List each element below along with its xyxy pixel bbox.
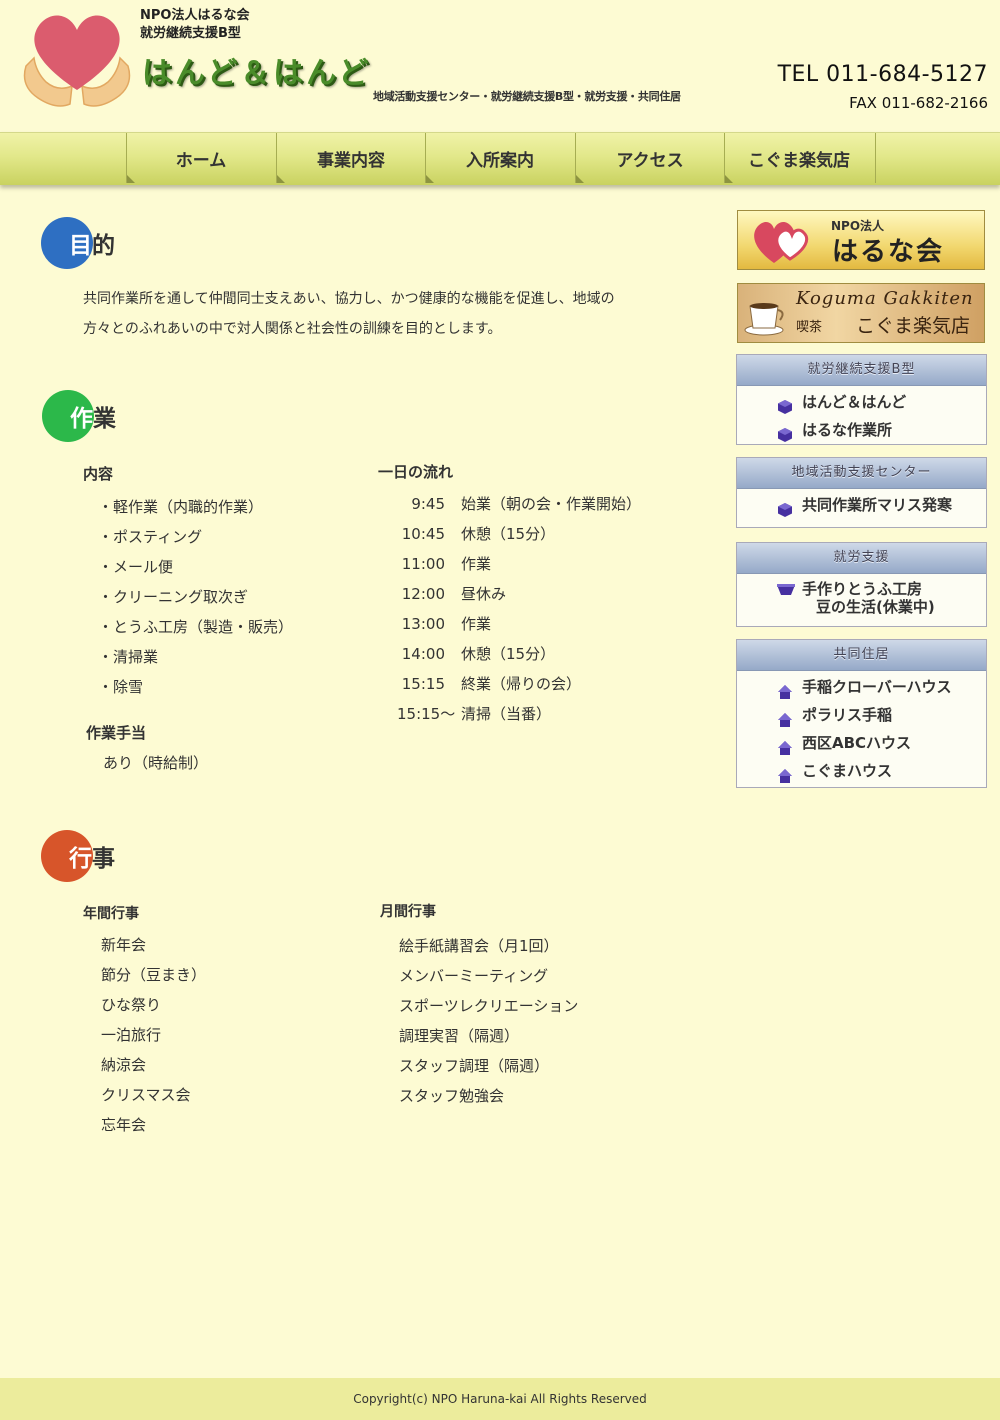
list-item: 節分（豆まき） <box>101 966 207 984</box>
house-icon <box>777 737 792 755</box>
main-nav: ホーム 事業内容 入所案内 アクセス こぐま楽気店 <box>0 132 1000 185</box>
nav-services[interactable]: 事業内容 <box>276 133 425 183</box>
list-item: ・軽作業（内職的作業） <box>98 498 264 516</box>
list-item: ・清掃業 <box>98 648 159 666</box>
schedule-row: 10:45 休憩（15分） <box>401 525 556 543</box>
purple-cube-icon <box>777 424 792 442</box>
schedule-row: 9:45 始業（朝の会・作業開始） <box>411 495 642 513</box>
sidebar-link-hand-and-hand[interactable]: はんど＆はんど <box>737 388 986 416</box>
banner-koguma-small: 喫茶 <box>796 320 823 335</box>
box-heading: 地域活動支援センター <box>737 458 986 489</box>
list-item: 調理実習（隔週） <box>399 1027 520 1045</box>
work-content-list: ・軽作業（内職的作業） ・ポスティング ・メール便 ・クリーニング取次ぎ ・とう… <box>98 492 293 702</box>
sidebar-link-maris-hassamu[interactable]: 共同作業所マリス発寒 <box>737 491 986 519</box>
banner-koguma-large: こぐま楽気店 <box>856 315 971 337</box>
list-item: スタッフ調理（隔週） <box>399 1057 550 1075</box>
list-item: 絵手紙講習会（月1回） <box>399 937 559 955</box>
list-item: 新年会 <box>101 936 147 954</box>
annual-events-heading: 年間行事 <box>83 906 139 922</box>
work-title: 作業 <box>70 406 116 432</box>
org-name: NPO法人はるな会 <box>140 8 250 23</box>
copyright-text: Copyright(c) NPO Haruna-kai All Rights R… <box>353 1392 647 1406</box>
monthly-events-heading: 月間行事 <box>380 904 436 920</box>
list-item: ・とうふ工房（製造・販売） <box>98 618 294 636</box>
list-item: メンバーミーティング <box>399 967 549 985</box>
schedule-list: 9:45 始業（朝の会・作業開始） 10:45 休憩（15分） 11:00 作業 12… <box>382 489 641 729</box>
sidebar-link-haruna-sagyosho[interactable]: はるな作業所 <box>737 416 986 444</box>
list-item: ひな祭り <box>101 996 162 1014</box>
allowance-text: あり（時給制） <box>103 754 209 772</box>
list-item: クリスマス会 <box>101 1086 191 1104</box>
purple-bowl-icon <box>777 583 795 597</box>
list-item: 忘年会 <box>101 1116 147 1134</box>
tagline: 地域活動支援センター・就労継続支援B型・就労支援・共同住居 <box>373 90 681 103</box>
list-item: 納涼会 <box>101 1056 147 1074</box>
schedule-row: 12:00 昼休み <box>401 585 507 603</box>
schedule-row: 15:15 終業（帰りの会） <box>401 675 582 693</box>
sidebar-link-koguma-house[interactable]: こぐまハウス <box>737 757 986 785</box>
sidebar-box-activity-center: 地域活動支援センター 共同作業所マリス発寒 <box>736 457 987 528</box>
org-type: 就労継続支援B型 <box>140 26 241 41</box>
sidebar-link-nishiku-abc-house[interactable]: 西区ABCハウス <box>737 729 986 757</box>
purple-cube-icon <box>777 396 792 414</box>
nav-divider <box>875 133 876 183</box>
schedule-row: 14:00 休憩（15分） <box>401 645 556 663</box>
site-header: NPO法人はるな会 就労継続支援B型 はんど＆はんど 地域活動支援センター・就労… <box>0 0 1000 132</box>
sidebar-box-group-homes: 共同住居 手稲クローバーハウス ポラリス手稲 西区ABCハウス こぐまハウス <box>736 639 987 788</box>
purpose-title: 目的 <box>69 233 115 259</box>
nav-home[interactable]: ホーム <box>126 133 275 183</box>
schedule-row: 15:15～ 清掃（当番） <box>397 705 552 723</box>
nav-admission[interactable]: 入所案内 <box>425 133 574 183</box>
sidebar-box-employment-support: 就労支援 手作りとうふ工房 豆の生活(休業中) <box>736 542 987 627</box>
list-item: ・除雪 <box>98 678 144 696</box>
sidebar-link-polaris-teine[interactable]: ポラリス手稲 <box>737 701 986 729</box>
koguma-gakkiten-banner[interactable]: Koguma Gakkiten 喫茶 こぐま楽気店 <box>737 283 985 343</box>
sidebar-box-b-type: 就労継続支援B型 はんど＆はんど はるな作業所 <box>736 354 987 445</box>
schedule-row: 13:00 作業 <box>401 615 492 633</box>
box-heading: 就労支援 <box>737 543 986 574</box>
list-item: ・メール便 <box>98 558 174 576</box>
box-heading: 共同住居 <box>737 640 986 671</box>
purple-cube-icon <box>777 499 792 517</box>
schedule-row: 11:00 作業 <box>401 555 492 573</box>
sidebar-link-teine-clover-house[interactable]: 手稲クローバーハウス <box>737 673 986 701</box>
work-content-heading: 内容 <box>83 465 114 483</box>
phone-number: TEL 011-684-5127 <box>777 62 988 87</box>
site-footer: Copyright(c) NPO Haruna-kai All Rights R… <box>0 1378 1000 1420</box>
box-heading: 就労継続支援B型 <box>737 355 986 386</box>
list-item: 一泊旅行 <box>101 1026 162 1044</box>
sidebar-link-tofu-kobo[interactable]: 手作りとうふ工房 豆の生活(休業中) <box>737 574 986 616</box>
list-item: スタッフ勉強会 <box>399 1087 505 1105</box>
coffee-cup-icon <box>744 303 784 336</box>
nav-access[interactable]: アクセス <box>575 133 724 183</box>
heart-hands-logo[interactable] <box>18 6 136 110</box>
fax-number: FAX 011-682-2166 <box>849 94 988 112</box>
house-icon <box>777 681 792 699</box>
house-icon <box>777 709 792 727</box>
banner-haruna-large: はるな会 <box>832 237 945 267</box>
haruna-kai-banner[interactable]: NPO法人 はるな会 <box>737 210 985 270</box>
hearts-icon <box>754 222 809 263</box>
monthly-events-list: 絵手紙講習会（月1回） メンバーミーティング スポーツレクリエーション 調理実習… <box>399 931 578 1111</box>
list-item: ・ポスティング <box>98 528 203 546</box>
site-title[interactable]: はんど＆はんど <box>142 48 371 92</box>
allowance-heading: 作業手当 <box>86 724 147 742</box>
list-item: ・クリーニング取次ぎ <box>98 588 249 606</box>
events-title: 行事 <box>69 846 115 872</box>
schedule-heading: 一日の流れ <box>378 463 454 481</box>
house-icon <box>777 765 792 783</box>
purpose-text: 共同作業所を通して仲間同士支えあい、協力し、かつ健康的な機能を促進し、地域の 方… <box>83 291 615 337</box>
nav-koguma[interactable]: こぐま楽気店 <box>724 133 873 183</box>
annual-events-list: 新年会 節分（豆まき） ひな祭り 一泊旅行 納涼会 クリスマス会 忘年会 <box>101 930 206 1140</box>
list-item: スポーツレクリエーション <box>399 997 579 1015</box>
banner-koguma-script: Koguma Gakkiten <box>796 288 974 309</box>
